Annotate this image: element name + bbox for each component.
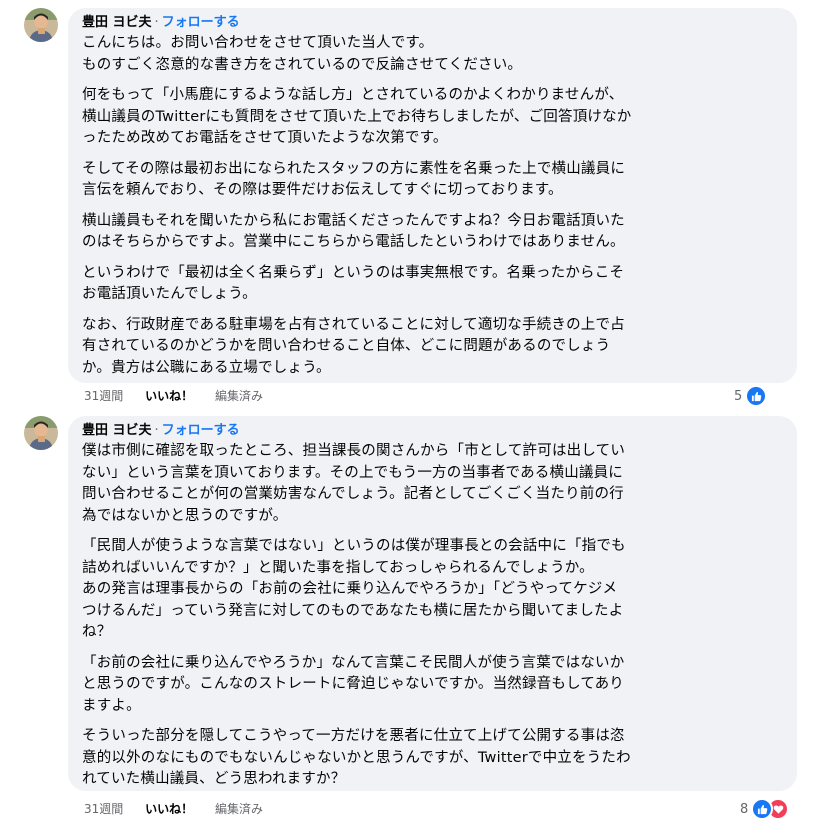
comment-paragraph: というわけで「最初は全く名乗らず」というのは事実無根です。名乗ったからこそ お電… [82,264,625,303]
reaction-count: 5 [734,388,743,404]
comment-body: こんにちは。お問い合わせをさせて頂いた当人です。 ものすごく恣意的な書き方をされ… [82,33,785,379]
reaction-count: 8 [740,801,749,817]
comment-paragraph: そういった部分を隠してこうやって一方だけを悪者に仕立て上げて公開する事は恣 意的… [82,728,631,787]
comment-bubble: 豊田 ヨビ夫 · フォローする こんにちは。お問い合わせをさせて頂いた当人です。 も… [68,8,797,383]
comment-paragraph: なお、行政財産である駐車場を占有されていることに対して適切な手続きの上で占 有さ… [82,316,625,376]
comment-body: 僕は市側に確認を取ったところ、担当課長の関さんから「市として許可は出してい ない… [82,441,785,791]
comment-meta: 31週間 いいね！ 編集済み [84,799,281,819]
timestamp[interactable]: 31週間 [84,389,123,403]
comment-header: 豊田 ヨビ夫 · フォローする [82,422,785,439]
avatar[interactable] [24,416,58,450]
author-name[interactable]: 豊田 ヨビ夫 [82,423,152,438]
separator-dot: · [154,423,159,438]
separator-dot: · [154,15,159,30]
like-reaction-icon [745,385,768,407]
comment-meta: 31週間 いいね！ 編集済み [84,386,281,406]
comment-paragraph: 横山議員もそれを聞いたから私にお電話くださったんですよね？今日お電話頂いた のは… [82,212,625,251]
comment-paragraph: 「お前の会社に乗り込んでやろうか」なんて言葉こそ民間人が使う言葉ではないか と思… [82,654,625,714]
comment-bubble: 豊田 ヨビ夫 · フォローする 僕は市側に確認を取ったところ、担当課長の関さんから「… [68,416,797,791]
avatar[interactable] [24,8,58,42]
comment-paragraph: こんにちは。お問い合わせをさせて頂いた当人です。 ものすごく恣意的な書き方をされ… [82,35,523,73]
edited-label[interactable]: 編集済み [215,389,263,403]
comment-paragraph: 何をもって「小馬鹿にするような話し方」とされているのかよくわかりませんが、 横山… [82,87,632,146]
author-name[interactable]: 豊田 ヨビ夫 [82,15,152,30]
follow-link[interactable]: フォローする [162,15,240,30]
timestamp[interactable]: 31週間 [84,802,123,816]
edited-label[interactable]: 編集済み [215,802,263,816]
reaction-summary[interactable]: 5 [734,385,768,407]
comment-paragraph: そしてその際は最初お出になられたスタッフの方に素性を名乗った上で横山議員に 言伝… [82,160,626,199]
like-button[interactable]: いいね！ [145,802,193,816]
comment-paragraph: 僕は市側に確認を取ったところ、担当課長の関さんから「市として許可は出してい ない… [82,443,626,524]
like-button[interactable]: いいね！ [145,389,193,403]
comment-header: 豊田 ヨビ夫 · フォローする [82,14,785,31]
follow-link[interactable]: フォローする [162,423,240,438]
comment-paragraph: 「民間人が使うような言葉ではない」というのは僕が理事長との会話中に「指でも 詰め… [82,538,626,640]
reaction-summary[interactable]: 8 [740,798,790,820]
